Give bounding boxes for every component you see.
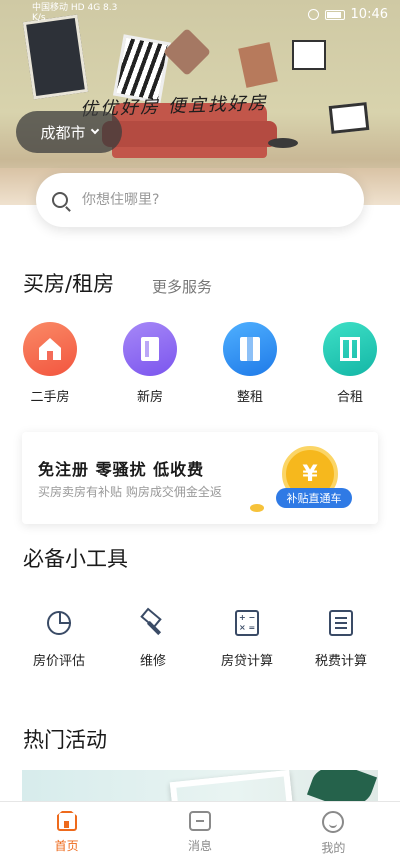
carrier-label: 中国移动 <box>32 3 69 13</box>
pillow-graphic <box>162 27 212 77</box>
category-label: 新房 <box>136 390 163 405</box>
message-icon <box>188 811 211 831</box>
tool-price-evaluation[interactable]: 房价评估 <box>12 608 106 669</box>
wall-frame-graphic <box>328 102 370 134</box>
tab-messages[interactable]: 消息 <box>133 802 266 867</box>
house-icon <box>39 338 61 360</box>
tool-label: 税费计算 <box>314 654 367 669</box>
promo-title: 免注册 零骚扰 低收费 <box>38 460 205 479</box>
tools-title: 必备小工具 <box>23 547 128 571</box>
tab-home[interactable]: 首页 <box>0 802 133 867</box>
door-icon <box>340 337 360 361</box>
hammer-icon <box>140 610 166 636</box>
category-label: 二手房 <box>30 390 70 405</box>
city-selector-button[interactable]: 成都市 <box>16 111 122 153</box>
subsidy-tag: 补贴直通车 <box>276 488 352 508</box>
book-icon <box>240 337 260 361</box>
promo-banner[interactable]: 免注册 零骚扰 低收费 买房卖房有补贴 购房成交佣金全返 ¥ 补贴直通车 <box>22 432 378 524</box>
service-category-row: 二手房 新房 整租 合租 <box>0 322 400 405</box>
category-icon-bg <box>223 322 277 376</box>
calculator-icon <box>235 610 259 636</box>
chevron-down-icon <box>90 125 99 135</box>
small-coin-icon <box>250 504 264 512</box>
tool-label: 房价评估 <box>32 654 85 669</box>
category-label: 合租 <box>336 390 363 405</box>
services-title: 买房/租房 <box>23 272 115 296</box>
user-icon <box>322 811 345 833</box>
category-whole-rent[interactable]: 整租 <box>200 322 300 405</box>
tool-icon-wrap <box>138 608 168 638</box>
network-label: 4G <box>87 3 101 13</box>
status-right: 10:46 <box>307 7 388 22</box>
city-label: 成都市 <box>40 123 86 142</box>
tool-label: 维修 <box>139 654 166 669</box>
battery-icon <box>324 9 345 20</box>
activities-title: 热门活动 <box>23 728 107 752</box>
search-input[interactable] <box>82 192 322 208</box>
more-services-link[interactable]: 更多服务 <box>152 276 212 297</box>
category-second-hand[interactable]: 二手房 <box>0 322 100 405</box>
category-new-house[interactable]: 新房 <box>100 322 200 405</box>
category-icon-bg <box>23 322 77 376</box>
search-bar[interactable] <box>36 173 364 227</box>
tool-icon-wrap <box>44 608 74 638</box>
alarm-icon <box>307 9 319 20</box>
tool-label: 房贷计算 <box>220 654 273 669</box>
tool-mortgage-calculator[interactable]: 房贷计算 <box>200 608 294 669</box>
category-icon-bg <box>123 322 177 376</box>
list-icon <box>329 610 353 636</box>
status-left: 中国移动 HD 4G 8.3 K/s <box>32 3 117 23</box>
tool-tax-calculator[interactable]: 税费计算 <box>294 608 388 669</box>
category-label: 整租 <box>236 390 263 405</box>
hd-badge: HD <box>70 3 85 13</box>
tool-icon-wrap <box>232 608 262 638</box>
clock: 10:46 <box>350 7 388 22</box>
bottom-tab-bar: 首页 消息 我的 <box>0 801 400 867</box>
tab-profile[interactable]: 我的 <box>267 802 400 867</box>
tool-repair[interactable]: 维修 <box>106 608 200 669</box>
side-table-graphic <box>268 138 298 148</box>
search-icon <box>52 192 68 208</box>
wall-frame-graphic <box>292 40 326 70</box>
category-shared-rent[interactable]: 合租 <box>300 322 400 405</box>
pie-chart-icon <box>47 611 71 635</box>
tool-icon-wrap <box>326 608 356 638</box>
status-bar: 中国移动 HD 4G 8.3 K/s 10:46 <box>0 0 400 30</box>
category-icon-bg <box>323 322 377 376</box>
tab-label: 消息 <box>187 839 212 853</box>
wall-frame-graphic <box>238 42 278 88</box>
tab-label: 首页 <box>54 839 79 853</box>
home-icon <box>56 811 77 831</box>
promo-subtitle: 买房卖房有补贴 购房成交佣金全返 <box>38 485 222 499</box>
tools-row: 房价评估 维修 房贷计算 税费计算 <box>0 608 400 669</box>
building-icon <box>141 337 159 361</box>
tab-label: 我的 <box>321 841 346 855</box>
